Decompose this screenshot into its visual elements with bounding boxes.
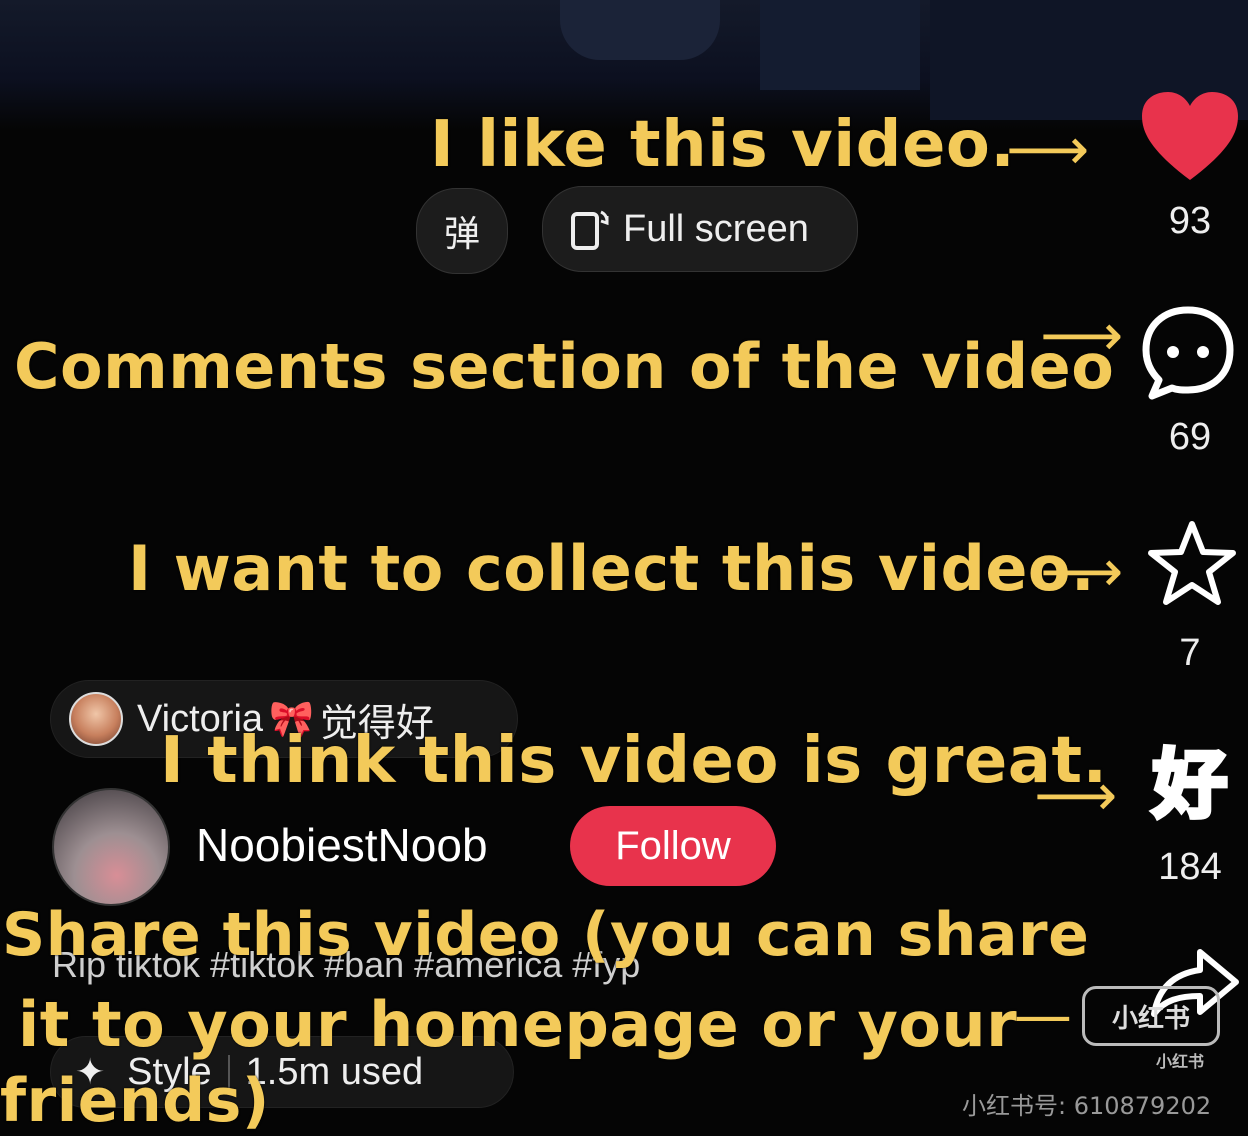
star-icon [1148,521,1236,605]
watermark-brand-small: 小红书 [1156,1052,1205,1071]
arrow-collect: ⟶ [1040,537,1124,605]
annotation-comments: Comments section of the video [14,330,1115,403]
arrow-great: ⟶ [1034,761,1118,829]
author-avatar[interactable] [52,788,170,906]
collect-button[interactable] [1146,518,1238,610]
danmaku-button[interactable]: 弹 [416,188,508,274]
video-scene-shape [760,0,920,90]
video-scene-shape [560,0,720,60]
watermark-badge: 小红书 [1082,986,1220,1046]
like-count: 93 [1168,200,1212,242]
arrow-share: — [1014,981,1072,1049]
heart-icon [1142,92,1238,180]
watermark-brand: 小红书 [1111,1003,1190,1034]
chat-bubble-icon [1142,306,1234,400]
great-count: 184 [1158,846,1222,888]
annotation-share-1: Share this video (you can share [2,900,1090,970]
annotation-collect: I want to collect this video. [128,532,1096,605]
annotation-share-3: friends) [0,1066,270,1136]
comment-button[interactable] [1138,304,1238,400]
author-name[interactable]: NoobiestNoob [196,818,488,872]
reaction-avatar [69,692,123,746]
fullscreen-label: Full screen [623,207,809,250]
rotate-screen-icon [571,210,609,250]
arrow-comments: ⟶ [1040,301,1124,369]
watermark-id: 小红书号: 610879202 [962,1092,1212,1120]
like-button[interactable] [1140,90,1240,185]
annotation-share-2: it to your homepage or your [18,988,1018,1061]
great-button[interactable]: 好 [1138,738,1242,831]
follow-button[interactable]: Follow [570,806,776,886]
collect-count: 7 [1179,632,1201,674]
svg-text:好: 好 [1152,742,1227,828]
annotation-great: I think this video is great. [160,724,1108,798]
fullscreen-button[interactable]: Full screen [542,186,858,272]
arrow-like: ⟶ [1006,115,1090,183]
comment-count: 69 [1168,416,1212,458]
follow-label: Follow [615,823,731,868]
annotation-like: I like this video. [430,108,1016,182]
hao-badge-icon: 好 [1150,740,1230,831]
danmaku-label: 弹 [443,214,480,255]
